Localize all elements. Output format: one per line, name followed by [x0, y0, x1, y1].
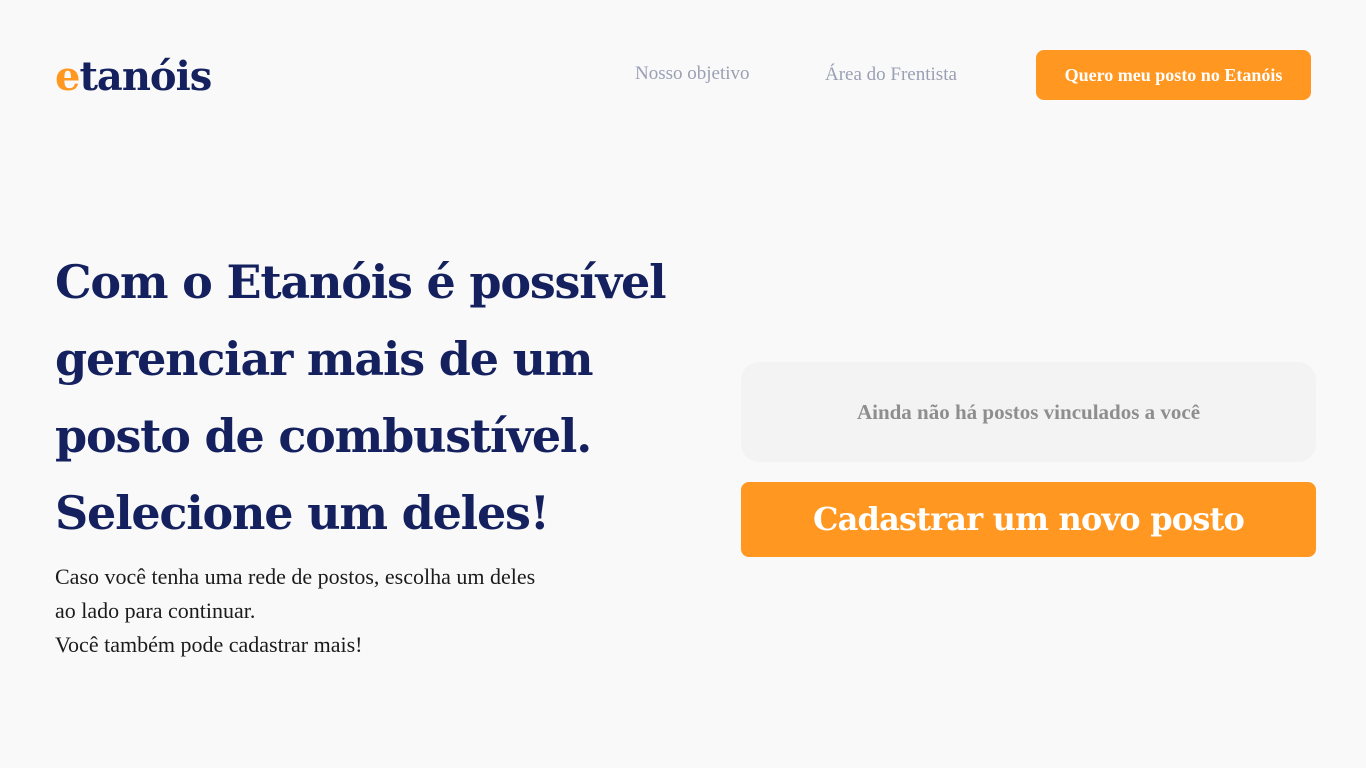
logo-accent-letter: e [55, 53, 80, 100]
empty-stations-text: Ainda não há postos vinculados a você [856, 399, 1201, 424]
hero-title-line: Selecione um deles! [55, 486, 550, 540]
hero-description: Caso você tenha uma rede de postos, esco… [55, 560, 635, 662]
hero-description-line: Você também pode cadastrar mais! [55, 632, 363, 657]
register-station-header-button[interactable]: Quero meu posto no Etanóis [1036, 50, 1311, 100]
nav-link-nosso-objetivo[interactable]: Nosso objetivo [635, 63, 750, 85]
hero-title: Com o Etanóis é possível gerenciar mais … [55, 244, 667, 552]
logo-wordmark: tanóis [79, 53, 212, 100]
top-header: e tanóis Nosso objetivo Área do Frentist… [0, 0, 1366, 150]
empty-stations-message: Ainda não há postos vinculados a você [741, 362, 1316, 462]
hero-description-line: Caso você tenha uma rede de postos, esco… [55, 564, 536, 589]
etanois-logo[interactable]: e tanóis [55, 52, 212, 102]
hero-title-line: Com o Etanóis é possível [55, 255, 667, 309]
register-new-station-button[interactable]: Cadastrar um novo posto [741, 482, 1316, 557]
hero-description-line: ao lado para continuar. [55, 598, 256, 623]
hero-title-line: posto de combustível. [55, 409, 592, 463]
nav-link-area-frentista[interactable]: Área do Frentista [825, 64, 957, 86]
hero-title-line: gerenciar mais de um [55, 332, 594, 386]
